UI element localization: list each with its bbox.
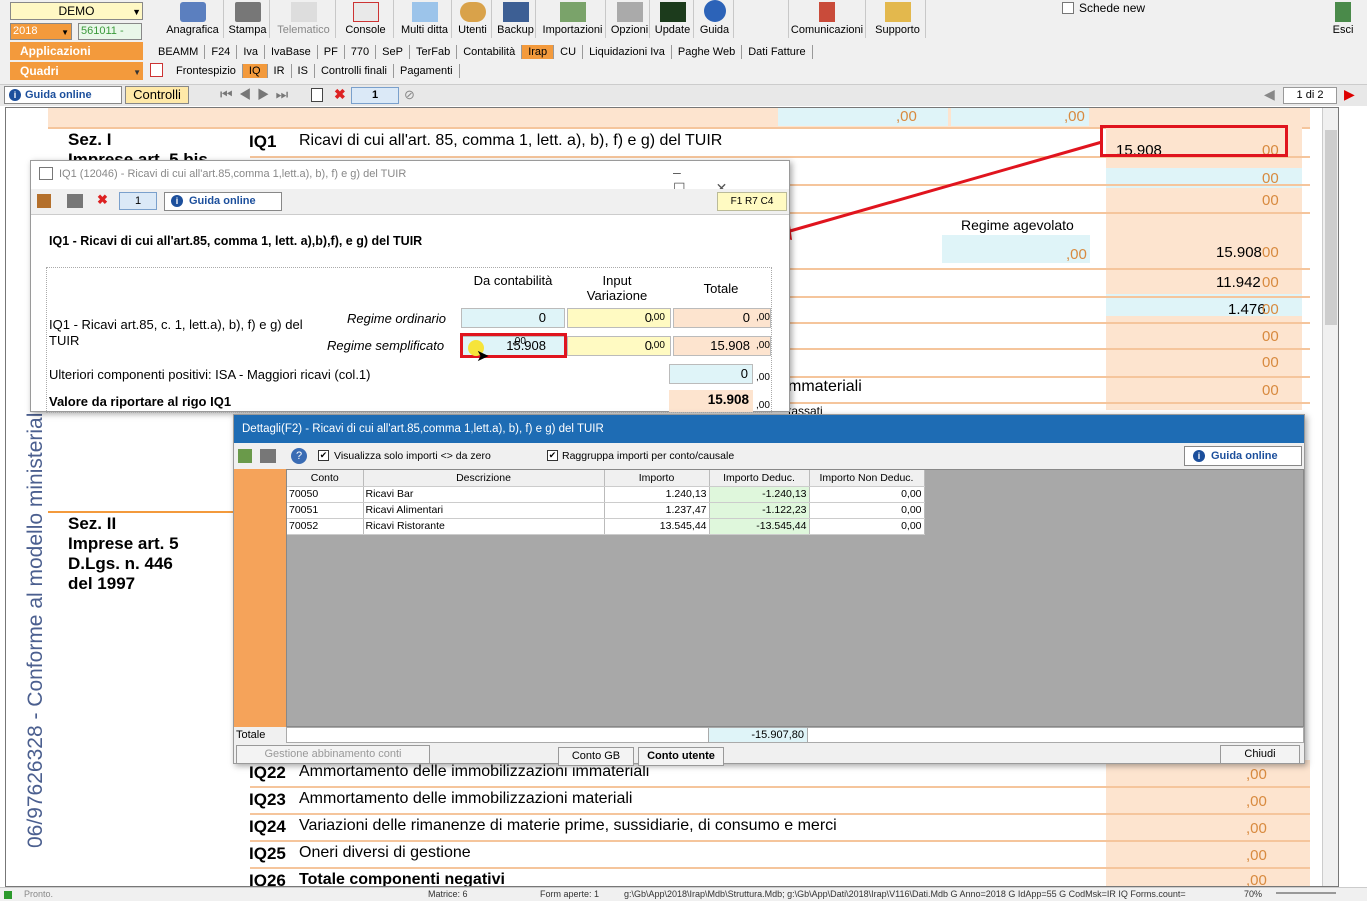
cell-importo: 1.240,13 — [604, 486, 710, 503]
col-descrizione[interactable]: Descrizione — [363, 470, 605, 487]
info-icon: i — [1193, 450, 1205, 462]
conto-gb-button[interactable]: Conto GB — [558, 747, 634, 766]
raggruppa-checkbox[interactable]: ✔ — [547, 450, 558, 461]
solo-importi-label: Visualizza solo importi <> da zero — [334, 450, 491, 462]
cell-deduc: -1.122,23 — [709, 502, 810, 519]
raggruppa-label: Raggruppa importi per conto/causale — [562, 450, 735, 462]
page-number-field[interactable]: 1 — [119, 192, 157, 210]
cell-descrizione: Ricavi Bar — [363, 486, 605, 503]
col-header-contabilita: Da contabilità — [473, 273, 553, 288]
details-table: Conto Descrizione Importo Importo Deduc.… — [287, 470, 925, 535]
details-grid[interactable]: Conto Descrizione Importo Importo Deduc.… — [286, 469, 1304, 727]
field-value: 0 — [742, 310, 750, 325]
dialog-title: IQ1 (12046) - Ricavi di cui all'art.85,c… — [59, 168, 407, 180]
conto-utente-button[interactable]: Conto utente — [638, 747, 724, 766]
dec-suffix: ,00 — [756, 312, 770, 323]
regime-semplificato-label: Regime semplificato — [327, 338, 445, 353]
cell-conto: 70052 — [287, 518, 364, 535]
totale-label: Totale — [236, 729, 266, 741]
info-icon: i — [171, 195, 183, 207]
guida-label: Guida online — [1211, 450, 1278, 462]
table-row[interactable]: 70050 Ricavi Bar 1.240,13 -1.240,13 0,00 — [287, 486, 925, 503]
col-header-variazione: Input Variazione — [586, 273, 648, 303]
solo-importi-checkbox[interactable]: ✔ — [318, 450, 329, 461]
totale-deduc-value: -15.907,80 — [708, 727, 808, 743]
cell-importo: 1.237,47 — [604, 502, 710, 519]
cell-conto: 70051 — [287, 502, 364, 519]
status-matrice: Matrice: 6 — [428, 889, 468, 899]
isa-label: Ulteriori componenti positivi: ISA - Mag… — [49, 367, 371, 382]
printer-icon[interactable] — [67, 194, 83, 208]
status-bar: Pronto. Matrice: 6 Form aperte: 1 g:\Gb\… — [0, 887, 1367, 901]
dialog-title: Dettagli(F2) - Ricavi di cui all'art.85,… — [234, 415, 1304, 443]
minimize-icon[interactable]: – — [673, 164, 711, 180]
dec-suffix: ,00 — [651, 312, 665, 323]
isa-field[interactable]: 0 — [669, 364, 753, 384]
status-indicator-icon — [4, 891, 12, 899]
mouse-cursor-icon: ➤ — [476, 348, 490, 365]
cell-importo: 13.545,44 — [604, 518, 710, 535]
cell-non-deduc: 0,00 — [809, 486, 925, 503]
iq1-dialog: IQ1 (12046) - Ricavi di cui all'art.85,c… — [30, 160, 790, 413]
dec-suffix: ,00 — [651, 340, 665, 351]
status-form: Form aperte: 1 — [540, 889, 600, 899]
guida-online-button[interactable]: i Guida online — [1184, 446, 1302, 466]
col-header-totale: Totale — [703, 281, 739, 296]
help-icon[interactable]: ? — [291, 448, 307, 464]
zoom-level: 70% — [1244, 889, 1263, 899]
cell-conto: 70050 — [287, 486, 364, 503]
dec-suffix: ,00 — [756, 340, 770, 351]
field-value: 0 — [740, 366, 748, 381]
status-path: g:\Gb\App\2018\Irap\Mdb\Struttura.Mdb; g… — [624, 889, 1186, 899]
cell-deduc: -13.545,44 — [709, 518, 810, 535]
field-code-label: F1 R7 C4 — [717, 192, 787, 211]
table-row[interactable]: 70052 Ricavi Ristorante 13.545,44 -13.545,4… — [287, 518, 925, 535]
guida-label: Guida online — [189, 195, 256, 207]
cell-non-deduc: 0,00 — [809, 502, 925, 519]
delete-icon[interactable]: ✖ — [97, 192, 108, 208]
field-value: 15.908 — [707, 392, 749, 407]
table-row[interactable]: 70051 Ricavi Alimentari 1.237,47 -1.122,23 0… — [287, 502, 925, 519]
exit-icon[interactable] — [37, 194, 51, 208]
dec-suffix: ,00 — [756, 400, 770, 411]
cell-descrizione: Ricavi Ristorante — [363, 518, 605, 535]
cell-deduc: -1.240,13 — [709, 486, 810, 503]
riporto-label: Valore da riportare al rigo IQ1 — [49, 394, 232, 409]
row-label-iq1: IQ1 - Ricavi art.85, c. 1, lett.a), b), … — [49, 317, 303, 348]
dettagli-dialog: Dettagli(F2) - Ricavi di cui all'art.85,… — [233, 414, 1305, 766]
field-value: 15.908 — [710, 338, 750, 353]
status-text: Pronto. — [24, 889, 54, 899]
ordinario-contabilita-field[interactable]: 0 — [461, 308, 565, 328]
col-importo[interactable]: Importo — [604, 470, 710, 487]
side-panel — [234, 469, 286, 727]
col-importo-deduc[interactable]: Importo Deduc. — [709, 470, 810, 487]
col-importo-non-deduc[interactable]: Importo Non Deduc. — [809, 470, 925, 487]
regime-ordinario-label: Regime ordinario — [347, 311, 446, 326]
printer-icon[interactable] — [260, 449, 276, 463]
cell-non-deduc: 0,00 — [809, 518, 925, 535]
col-conto[interactable]: Conto — [287, 470, 364, 487]
dialog-heading: IQ1 - Ricavi di cui all'art.85, comma 1,… — [49, 234, 423, 248]
chiudi-button[interactable]: Chiudi — [1220, 745, 1300, 764]
zoom-slider[interactable] — [1276, 892, 1336, 894]
export-icon[interactable] — [238, 449, 252, 463]
guida-online-button[interactable]: i Guida online — [164, 192, 282, 211]
riporto-field: 15.908 — [669, 390, 753, 412]
cell-descrizione: Ricavi Alimentari — [363, 502, 605, 519]
printer-icon — [39, 167, 53, 180]
dec-suffix: ,00 — [756, 372, 770, 383]
gestione-abbinamento-button[interactable]: Gestione abbinamento conti — [236, 745, 430, 764]
field-value: 0 — [538, 310, 546, 325]
